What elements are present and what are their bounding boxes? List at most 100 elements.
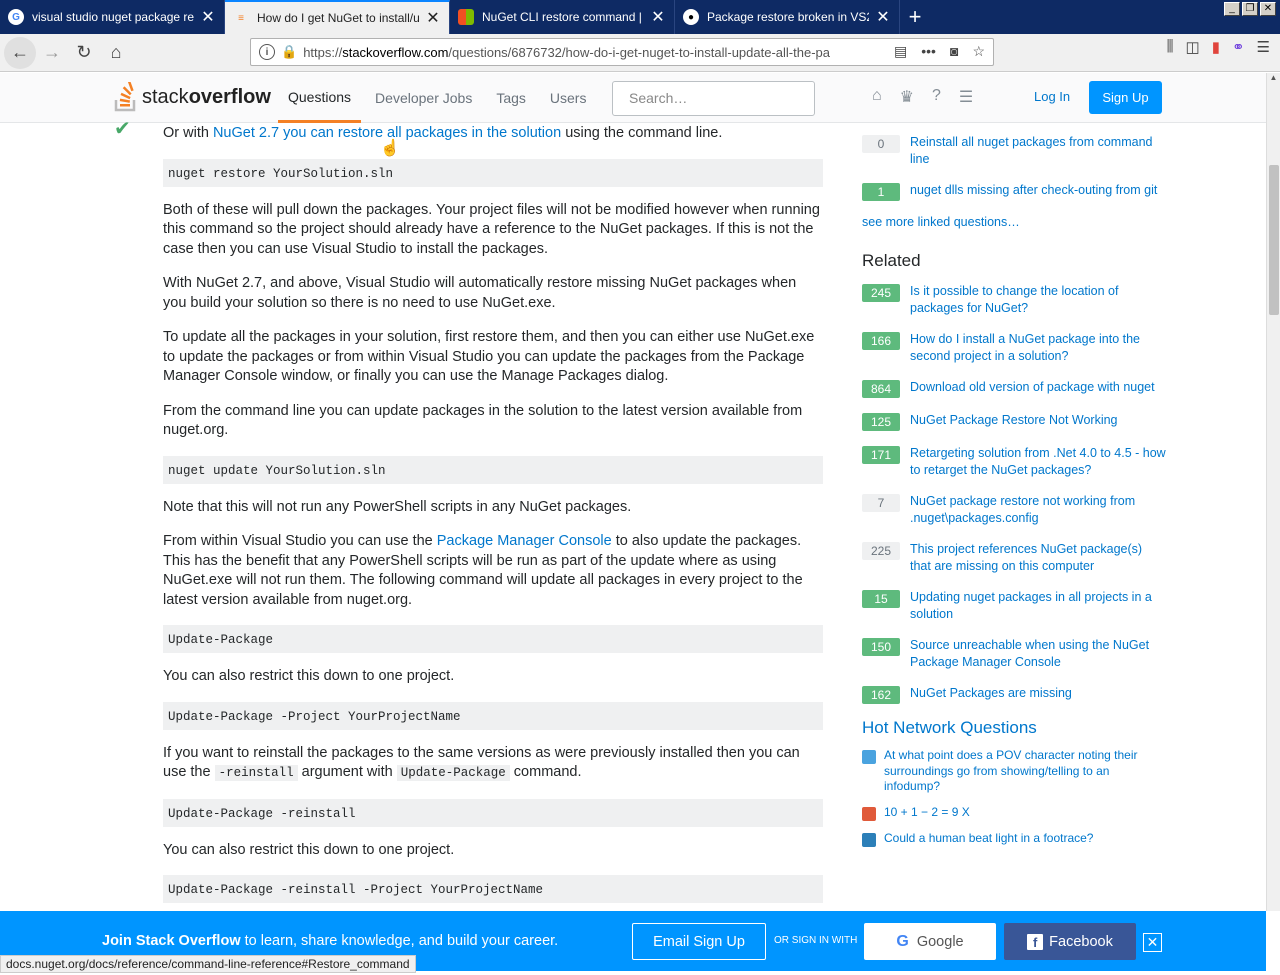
back-arrow-icon[interactable]: ← (4, 36, 36, 69)
google-g-icon: G (896, 932, 909, 950)
nav-developer-jobs[interactable]: Developer Jobs (365, 73, 482, 123)
code-block: nuget update YourSolution.sln (163, 455, 823, 484)
signup-button[interactable]: Sign Up (1089, 81, 1162, 114)
home-icon[interactable]: ⌂ (100, 37, 132, 69)
answer-paragraph: To update all the packages in your solut… (163, 329, 815, 384)
related-question-link[interactable]: Retargeting solution from .Net 4.0 to 4.… (910, 445, 1166, 479)
see-more-linked-link[interactable]: see more linked questions… (862, 215, 1166, 229)
related-question[interactable]: 245 Is it possible to change the location… (862, 283, 1166, 317)
extension-2-icon[interactable]: ⚭ (1232, 38, 1245, 56)
accepted-answer-check-icon[interactable]: ✔ (114, 116, 134, 140)
related-question-link[interactable]: Download old version of package with nug… (910, 379, 1166, 398)
related-question[interactable]: 150 Source unreachable when using the NuG… (862, 637, 1166, 671)
linked-question[interactable]: 0 Reinstall all nuget packages from comm… (862, 134, 1166, 168)
google-signin-button[interactable]: G Google (864, 923, 996, 960)
tab-google-search[interactable]: G visual studio nuget package restor ✕ (0, 0, 225, 34)
tab-close-icon[interactable]: ✕ (425, 8, 441, 28)
pocket-icon[interactable]: ◙ (950, 43, 958, 60)
scrollbar-thumb[interactable] (1269, 165, 1279, 315)
related-question[interactable]: 125 NuGet Package Restore Not Working (862, 412, 1166, 431)
vote-count-badge: 171 (862, 446, 900, 464)
answer-paragraph: From within Visual Studio you can use th… (163, 533, 803, 608)
hot-question-link[interactable]: Could a human beat light in a footrace? (884, 831, 1154, 847)
window-controls: _ ❐ ✕ (1224, 2, 1276, 16)
linked-question[interactable]: 1 nuget dlls missing after check-outing … (862, 182, 1166, 201)
related-question[interactable]: 166 How do I install a NuGet package into… (862, 331, 1166, 365)
related-question-link[interactable]: How do I install a NuGet package into th… (910, 331, 1166, 365)
related-question[interactable]: 7 NuGet package restore not working from … (862, 493, 1166, 527)
answer-paragraph: Both of these will pull down the package… (163, 201, 820, 257)
email-signup-button[interactable]: Email Sign Up (632, 923, 766, 960)
related-question-link[interactable]: NuGet Packages are missing (910, 685, 1166, 704)
achievements-trophy-icon[interactable]: ♛ (900, 87, 914, 107)
facebook-signin-button[interactable]: f Facebook (1004, 923, 1136, 960)
search-input[interactable]: Search… (612, 81, 815, 116)
logo-text-light: stack (142, 85, 189, 108)
sidebar: 0 Reinstall all nuget packages from comm… (862, 124, 1166, 910)
page-actions-icon[interactable]: ••• (921, 43, 936, 60)
linked-question-link[interactable]: Reinstall all nuget packages from comman… (910, 134, 1166, 168)
nav-tags[interactable]: Tags (486, 73, 536, 123)
hot-network-heading[interactable]: Hot Network Questions (862, 718, 1166, 738)
reader-view-icon[interactable]: ▤ (894, 43, 907, 60)
related-question-link[interactable]: Is it possible to change the location of… (910, 283, 1166, 317)
extension-icon[interactable]: ▮ (1212, 38, 1220, 56)
related-question-link[interactable]: Updating nuget packages in all projects … (910, 589, 1166, 623)
inbox-icon[interactable]: ⌂ (872, 87, 882, 107)
tab-close-icon[interactable]: ✕ (650, 7, 666, 27)
linked-question-link[interactable]: nuget dlls missing after check-outing fr… (910, 182, 1166, 201)
code-block: Update-Package -reinstall -Project YourP… (163, 875, 823, 903)
answer-paragraph: Note that this will not run any PowerShe… (163, 498, 632, 515)
tab-microsoft-docs[interactable]: NuGet CLI restore command | Micr ✕ (450, 0, 675, 34)
forward-arrow-icon[interactable]: → (36, 37, 68, 69)
code-block: Update-Package -Project YourProjectName (163, 701, 823, 730)
answer-paragraph: Or with NuGet 2.7 you can restore all pa… (163, 125, 723, 141)
related-question-link[interactable]: NuGet Package Restore Not Working (910, 412, 1166, 431)
reload-icon[interactable]: ↻ (68, 37, 100, 69)
tab-close-icon[interactable]: ✕ (875, 7, 891, 27)
vote-count-badge: 1 (862, 183, 900, 201)
package-manager-console-link[interactable]: Package Manager Console (437, 533, 612, 549)
hot-question-link[interactable]: At what point does a POV character notin… (884, 748, 1154, 795)
menu-hamburger-icon[interactable]: ☰ (1257, 38, 1270, 56)
library-icon[interactable]: ⫼ (1167, 38, 1174, 56)
nav-users[interactable]: Users (540, 73, 597, 123)
tab-close-icon[interactable]: ✕ (200, 7, 216, 27)
answer-paragraph: If you want to reinstall the packages to… (163, 744, 800, 781)
related-question[interactable]: 171 Retargeting solution from .Net 4.0 to… (862, 445, 1166, 479)
minimize-icon[interactable]: _ (1224, 2, 1240, 16)
url-text[interactable]: https://stackoverflow.com/questions/6876… (303, 45, 863, 60)
tab-title: Package restore broken in VS2017 (707, 10, 869, 24)
related-question[interactable]: 162 NuGet Packages are missing (862, 685, 1166, 704)
url-bar[interactable]: i 🔒 https://stackoverflow.com/questions/… (250, 38, 994, 66)
site-switcher-icon[interactable]: ☰ (959, 87, 973, 107)
related-question-link[interactable]: NuGet package restore not working from .… (910, 493, 1166, 527)
sidebar-toggle-icon[interactable]: ◫ (1186, 38, 1200, 56)
related-question-link[interactable]: This project references NuGet package(s)… (910, 541, 1166, 575)
related-question[interactable]: 15 Updating nuget packages in all project… (862, 589, 1166, 623)
hot-question-link[interactable]: 10 + 1 − 2 = 9 X (884, 805, 1154, 821)
scroll-up-icon[interactable]: ▲ (1267, 73, 1280, 87)
login-link[interactable]: Log In (1034, 89, 1070, 104)
close-window-icon[interactable]: ✕ (1260, 2, 1276, 16)
nav-questions[interactable]: Questions (278, 73, 362, 123)
answer-paragraph: From the command line you can update pac… (163, 402, 803, 439)
hot-question[interactable]: Could a human beat light in a footrace? (862, 831, 1166, 847)
related-question-link[interactable]: Source unreachable when using the NuGet … (910, 637, 1166, 671)
related-question[interactable]: 864 Download old version of package with … (862, 379, 1166, 398)
tab-stackoverflow[interactable]: ≡ How do I get NuGet to install/upda ✕ (225, 0, 450, 34)
hot-question[interactable]: At what point does a POV character notin… (862, 748, 1166, 795)
bookmark-star-icon[interactable]: ☆ (972, 43, 985, 60)
site-info-icon[interactable]: i (259, 44, 275, 60)
help-icon[interactable]: ? (932, 87, 941, 107)
hot-question[interactable]: 10 + 1 − 2 = 9 X (862, 805, 1166, 821)
new-tab-icon[interactable]: + (900, 0, 930, 34)
so-logo[interactable]: stack overflow (114, 82, 271, 112)
related-question[interactable]: 225 This project references NuGet package… (862, 541, 1166, 575)
answer-paragraph: With NuGet 2.7, and above, Visual Studio… (163, 275, 797, 311)
lock-icon: 🔒 (281, 44, 298, 59)
page-scrollbar[interactable]: ▲ (1266, 73, 1280, 911)
banner-close-icon[interactable]: ✕ (1143, 933, 1162, 952)
restore-icon[interactable]: ❐ (1242, 2, 1258, 16)
tab-github[interactable]: ● Package restore broken in VS2017 ✕ (675, 0, 900, 34)
